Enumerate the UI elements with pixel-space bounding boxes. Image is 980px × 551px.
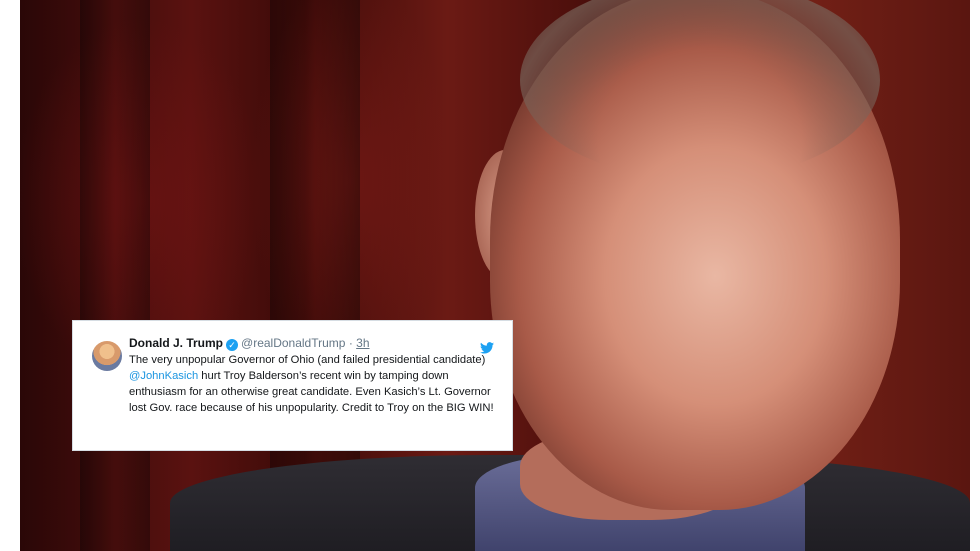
verified-check-icon: ✓ (226, 339, 239, 351)
tweet-text-part1: The very unpopular Governor of Ohio (and… (129, 354, 486, 366)
background-photo (20, 0, 970, 551)
author-handle[interactable]: @realDonaldTrump (241, 336, 345, 350)
curtain-fold (80, 0, 150, 551)
twitter-bird-icon[interactable] (480, 342, 494, 354)
tweet-text: The very unpopular Governor of Ohio (and… (129, 352, 498, 416)
tweet-card[interactable]: Donald J. Trump ✓ @realDonaldTrump · 3h Th… (72, 320, 513, 451)
mention-link[interactable]: @JohnKasich (129, 370, 198, 382)
tweet-header: Donald J. Trump ✓ @realDonaldTrump · 3h (129, 336, 498, 351)
author-name[interactable]: Donald J. Trump (129, 336, 223, 350)
separator: · (348, 336, 353, 350)
avatar[interactable] (92, 341, 122, 371)
tweet-time[interactable]: 3h (356, 336, 369, 350)
